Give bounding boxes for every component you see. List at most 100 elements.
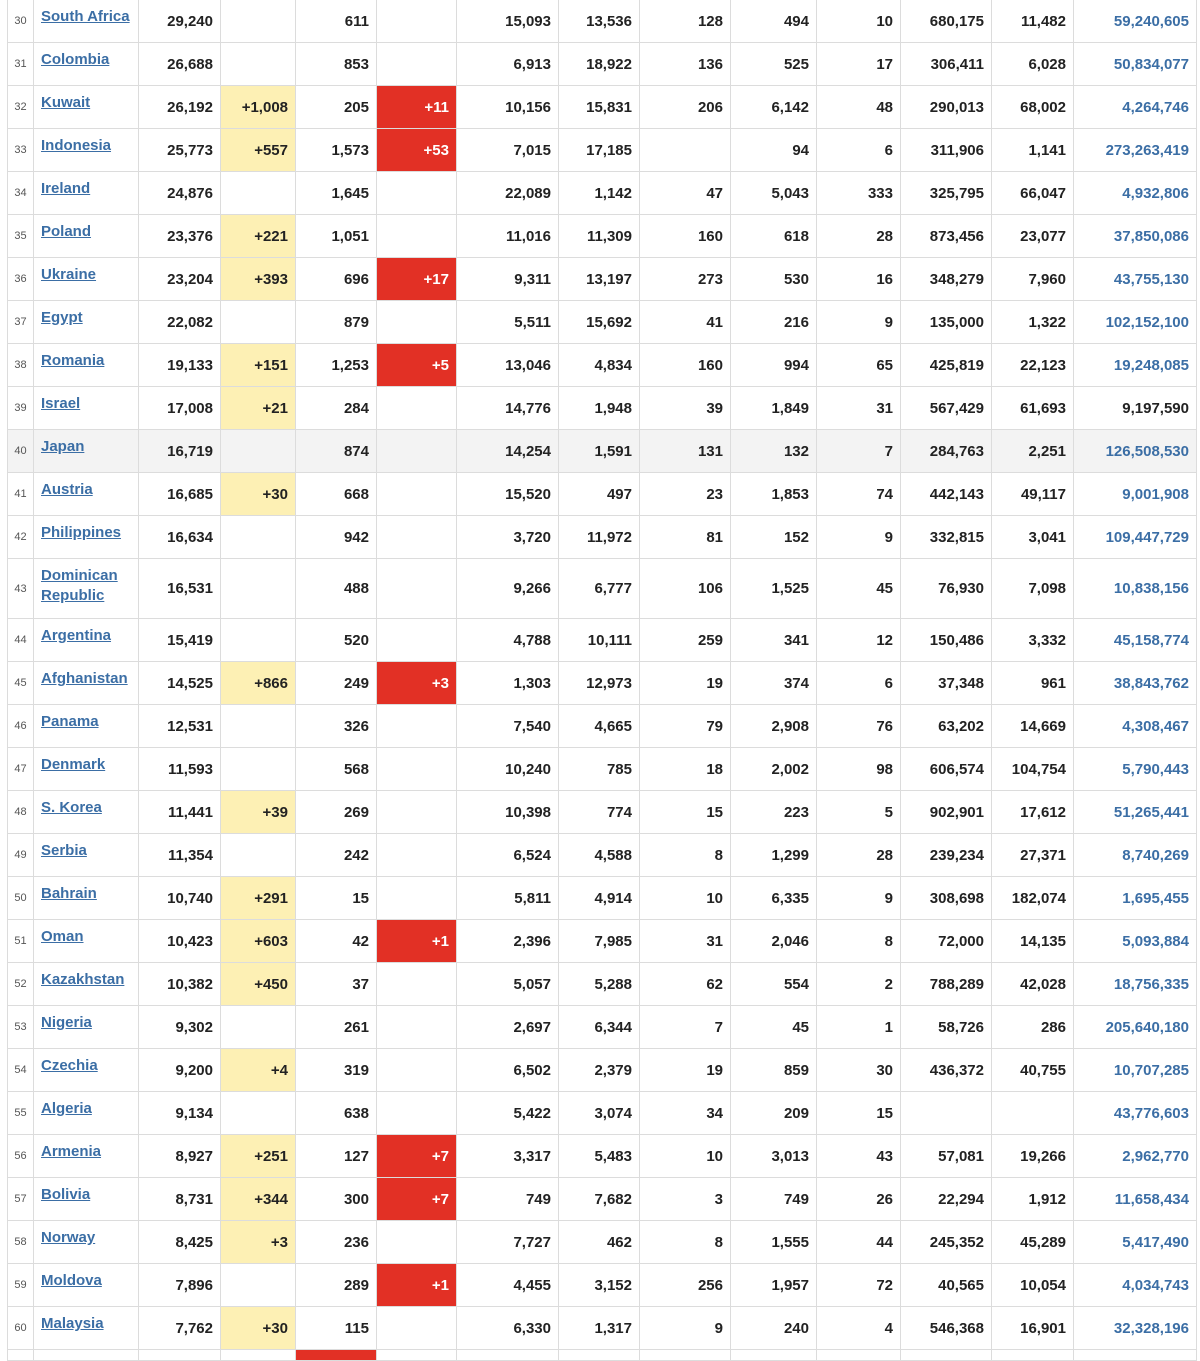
- new-cases-cell: +1,008: [220, 85, 296, 129]
- country-link[interactable]: Philippines: [41, 524, 121, 541]
- total-deaths-cell: 1,645: [295, 171, 377, 215]
- recovered-cell: 10,156: [456, 85, 559, 129]
- new-cases-cell: [220, 558, 296, 619]
- row-number-cell: 40: [7, 429, 34, 473]
- country-link[interactable]: Moldova: [41, 1272, 102, 1289]
- empty-cell: [816, 1349, 901, 1361]
- population-cell[interactable]: 4,932,806: [1073, 171, 1197, 215]
- total-tests-cell: 135,000: [900, 300, 992, 344]
- population-cell[interactable]: 5,093,884: [1073, 919, 1197, 963]
- country-link[interactable]: Nigeria: [41, 1014, 92, 1031]
- population-cell[interactable]: 2,962,770: [1073, 1134, 1197, 1178]
- country-link[interactable]: Austria: [41, 481, 93, 498]
- country-link[interactable]: Kazakhstan: [41, 971, 124, 988]
- country-link[interactable]: Algeria: [41, 1100, 92, 1117]
- country-link[interactable]: Dominican Republic: [41, 567, 118, 604]
- population-cell[interactable]: 59,240,605: [1073, 0, 1197, 43]
- population-cell[interactable]: 5,417,490: [1073, 1220, 1197, 1264]
- row-number-cell: 49: [7, 833, 34, 877]
- country-link[interactable]: Kuwait: [41, 94, 90, 111]
- total-cases-cell: 7,896: [138, 1263, 221, 1307]
- population-cell[interactable]: 43,776,603: [1073, 1091, 1197, 1135]
- population-cell[interactable]: 126,508,530: [1073, 429, 1197, 473]
- country-link[interactable]: Indonesia: [41, 137, 111, 154]
- population-cell[interactable]: 8,740,269: [1073, 833, 1197, 877]
- population-cell[interactable]: 18,756,335: [1073, 962, 1197, 1006]
- country-link[interactable]: Argentina: [41, 627, 111, 644]
- country-link[interactable]: Colombia: [41, 51, 109, 68]
- population-cell[interactable]: 38,843,762: [1073, 661, 1197, 705]
- population-cell[interactable]: 32,328,196: [1073, 1306, 1197, 1350]
- tests-per-1m-cell: 1,912: [991, 1177, 1074, 1221]
- total-deaths-cell: 488: [295, 558, 377, 619]
- country-link[interactable]: Poland: [41, 223, 91, 240]
- cases-per-1m-cell: 240: [730, 1306, 817, 1350]
- table-row: 38 Romania 19,133 +151 1,253 +5 13,046 4,834 160…: [7, 343, 1197, 387]
- total-cases-cell: 15,419: [138, 618, 221, 662]
- country-cell: Egypt: [33, 300, 139, 344]
- population-cell[interactable]: 11,658,434: [1073, 1177, 1197, 1221]
- population-cell[interactable]: 109,447,729: [1073, 515, 1197, 559]
- population-cell[interactable]: 9,001,908: [1073, 472, 1197, 516]
- population-cell[interactable]: 43,755,130: [1073, 257, 1197, 301]
- cases-per-1m-cell: 6,335: [730, 876, 817, 920]
- country-link[interactable]: Norway: [41, 1229, 95, 1246]
- country-link[interactable]: Malaysia: [41, 1315, 104, 1332]
- serious-cell: 8: [639, 833, 731, 877]
- country-link[interactable]: Egypt: [41, 309, 83, 326]
- population-cell[interactable]: 51,265,441: [1073, 790, 1197, 834]
- population-cell[interactable]: 5,790,443: [1073, 747, 1197, 791]
- population-cell[interactable]: 273,263,419: [1073, 128, 1197, 172]
- country-cell: Armenia: [33, 1134, 139, 1178]
- cases-per-1m-cell: 2,908: [730, 704, 817, 748]
- cases-per-1m-cell: 94: [730, 128, 817, 172]
- row-number-cell: 46: [7, 704, 34, 748]
- total-cases-cell: 9,302: [138, 1005, 221, 1049]
- country-link[interactable]: South Africa: [41, 8, 130, 25]
- country-link[interactable]: Armenia: [41, 1143, 101, 1160]
- active-cell: 1,142: [558, 171, 640, 215]
- new-cases-cell: [220, 1005, 296, 1049]
- population-cell[interactable]: 205,640,180: [1073, 1005, 1197, 1049]
- country-link[interactable]: Ukraine: [41, 266, 96, 283]
- country-link[interactable]: Israel: [41, 395, 80, 412]
- total-tests-cell: 348,279: [900, 257, 992, 301]
- country-link[interactable]: Japan: [41, 438, 84, 455]
- population-cell[interactable]: 10,707,285: [1073, 1048, 1197, 1092]
- country-cell: Serbia: [33, 833, 139, 877]
- tests-per-1m-cell: 68,002: [991, 85, 1074, 129]
- country-link[interactable]: Ireland: [41, 180, 90, 197]
- population-cell[interactable]: 50,834,077: [1073, 42, 1197, 86]
- population-cell[interactable]: 102,152,100: [1073, 300, 1197, 344]
- population-cell[interactable]: 1,695,455: [1073, 876, 1197, 920]
- population-cell[interactable]: 4,264,746: [1073, 85, 1197, 129]
- country-link[interactable]: Czechia: [41, 1057, 98, 1074]
- country-link[interactable]: Bolivia: [41, 1186, 90, 1203]
- row-number-cell: 42: [7, 515, 34, 559]
- country-link[interactable]: Afghanistan: [41, 670, 128, 687]
- country-link[interactable]: Panama: [41, 713, 99, 730]
- population-cell[interactable]: 4,308,467: [1073, 704, 1197, 748]
- country-link[interactable]: Oman: [41, 928, 84, 945]
- new-cases-cell: +603: [220, 919, 296, 963]
- country-link[interactable]: Bahrain: [41, 885, 97, 902]
- country-link[interactable]: Serbia: [41, 842, 87, 859]
- cases-per-1m-cell: 341: [730, 618, 817, 662]
- empty-cell: [991, 1349, 1074, 1361]
- country-link[interactable]: Romania: [41, 352, 104, 369]
- tests-per-1m-cell: 23,077: [991, 214, 1074, 258]
- new-cases-cell: [220, 515, 296, 559]
- population-cell[interactable]: 45,158,774: [1073, 618, 1197, 662]
- total-cases-cell: 8,731: [138, 1177, 221, 1221]
- deaths-per-1m-cell: 26: [816, 1177, 901, 1221]
- tests-per-1m-cell: 182,074: [991, 876, 1074, 920]
- cases-per-1m-cell: 618: [730, 214, 817, 258]
- population-cell[interactable]: 37,850,086: [1073, 214, 1197, 258]
- total-deaths-cell: 115: [295, 1306, 377, 1350]
- population-cell[interactable]: 4,034,743: [1073, 1263, 1197, 1307]
- population-cell[interactable]: 19,248,085: [1073, 343, 1197, 387]
- country-link[interactable]: Denmark: [41, 756, 105, 773]
- country-link[interactable]: S. Korea: [41, 799, 102, 816]
- population-cell[interactable]: 10,838,156: [1073, 558, 1197, 619]
- country-cell: Austria: [33, 472, 139, 516]
